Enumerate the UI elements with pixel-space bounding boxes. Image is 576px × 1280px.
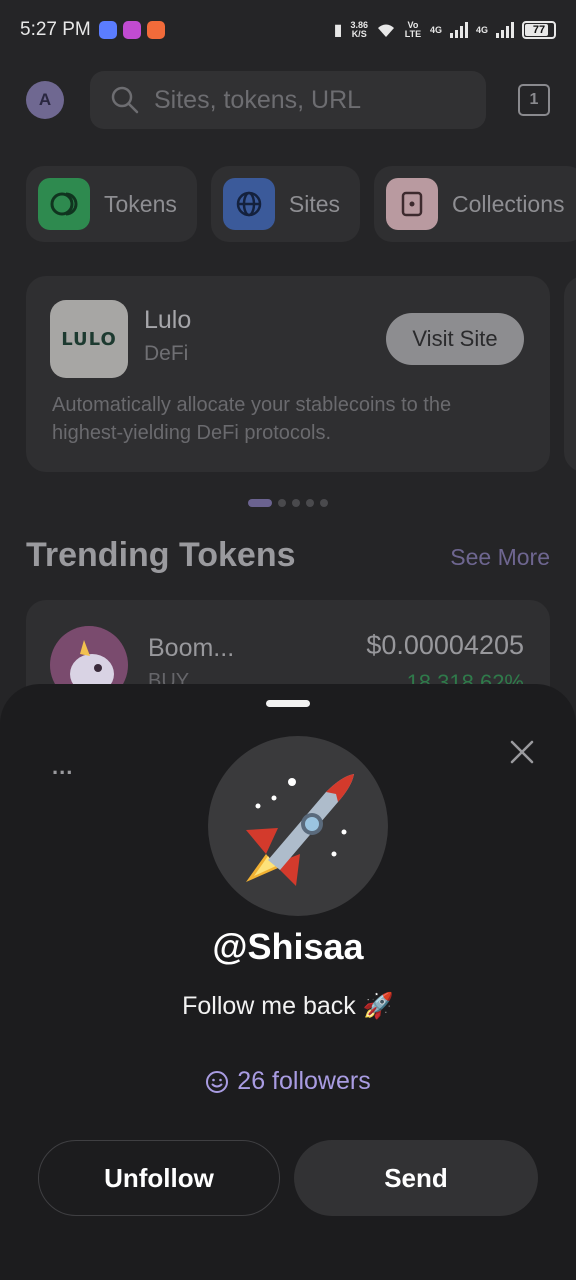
top-bar: A Sites, tokens, URL 1 — [26, 70, 550, 130]
send-button[interactable]: Send — [294, 1140, 538, 1216]
followers-count: 26 followers — [237, 1067, 371, 1095]
category-chips: Tokens Sites Collections — [26, 166, 576, 242]
close-icon[interactable] — [506, 736, 538, 768]
sim2-label: 4G — [475, 25, 488, 35]
carousel-dot[interactable] — [278, 499, 286, 507]
carousel-dot[interactable] — [306, 499, 314, 507]
profile-sheet: ... @Shisaa Follow me back 🚀 26 follower… — [0, 684, 576, 1280]
carousel-dot[interactable] — [292, 499, 300, 507]
app-icon — [122, 21, 141, 39]
signal-icon — [496, 22, 514, 38]
account-avatar[interactable]: A — [26, 81, 64, 119]
carousel-dot[interactable] — [248, 499, 272, 507]
volte-label: Vo LTE — [404, 20, 422, 39]
status-right: ▮ 3.86 K/S Vo LTE 4G 4G 77 — [334, 20, 556, 40]
screen: 5:27 PM ▮ 3.86 K/S Vo LTE 4G 4G 77 A Sit… — [0, 0, 576, 1280]
site-description: Automatically allocate your stablecoins … — [52, 394, 452, 444]
wifi-icon — [377, 24, 394, 37]
battery-level: 77 — [532, 24, 546, 36]
profile-avatar — [208, 736, 388, 916]
site-category: DeFi — [144, 342, 189, 365]
tabs-count-button[interactable]: 1 — [518, 84, 550, 116]
trending-title: Trending Tokens — [26, 536, 296, 574]
featured-site-card[interactable]: LULO Lulo DeFi Visit Site Automatically … — [26, 276, 550, 472]
chip-label: Sites — [288, 190, 341, 217]
lulo-logo: LULO — [50, 300, 128, 378]
search-placeholder: Sites, tokens, URL — [154, 85, 362, 114]
site-name: Lulo — [144, 306, 192, 334]
token-price: $0.00004205 — [366, 630, 524, 660]
chip-sites[interactable]: Sites — [210, 166, 361, 242]
carousel-dots — [248, 499, 328, 507]
battery-icon: 77 — [522, 21, 556, 39]
status-time: 5:27 PM — [20, 19, 91, 40]
profile-username: @Shisaa — [212, 926, 364, 967]
shop-icon — [146, 21, 165, 39]
profile-bio: Follow me back 🚀 — [182, 992, 394, 1020]
sheet-handle[interactable] — [266, 700, 310, 707]
unfollow-button[interactable]: Unfollow — [38, 1140, 280, 1216]
more-options-button[interactable]: ... — [52, 754, 73, 780]
rocket-icon — [246, 774, 354, 886]
search-icon — [111, 86, 139, 114]
chip-label: Tokens — [104, 190, 177, 217]
smiley-icon — [206, 1070, 229, 1093]
visit-site-button[interactable]: Visit Site — [386, 313, 524, 365]
messenger-icon — [98, 21, 117, 39]
followers-link[interactable]: 26 followers — [0, 1067, 576, 1096]
net-speed: 3.86 K/S — [350, 20, 368, 39]
see-more-link[interactable]: See More — [450, 544, 550, 571]
carousel-dot[interactable] — [320, 499, 328, 507]
chip-tokens[interactable]: Tokens — [26, 166, 197, 242]
sim1-label: 4G — [429, 25, 442, 35]
vibrate-icon: ▮ — [333, 22, 343, 39]
status-bar: 5:27 PM ▮ 3.86 K/S Vo LTE 4G 4G 77 — [0, 0, 576, 60]
signal-icon — [449, 22, 468, 38]
token-name: Boom... — [148, 634, 235, 662]
chip-label: Collections — [452, 190, 565, 217]
status-app-icons — [98, 21, 165, 39]
search-input[interactable]: Sites, tokens, URL — [90, 71, 486, 129]
collections-icon — [386, 178, 439, 230]
chip-collections[interactable]: Collections — [374, 166, 576, 242]
tokens-icon — [38, 178, 90, 230]
globe-icon — [222, 178, 275, 230]
next-featured-card[interactable] — [564, 276, 576, 472]
